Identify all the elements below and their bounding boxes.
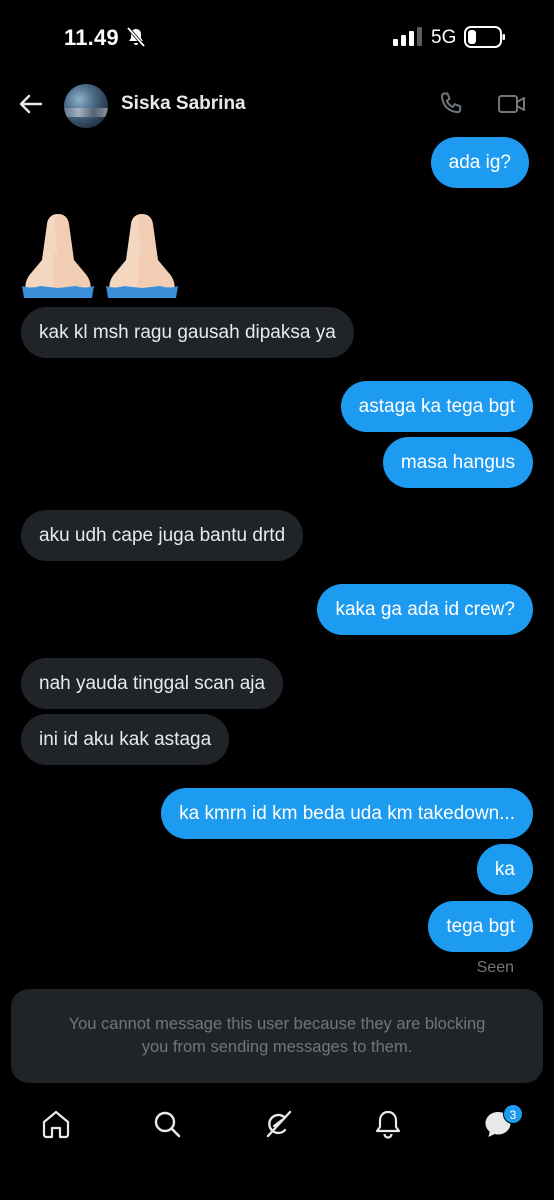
notifications-icon[interactable] — [372, 1108, 404, 1140]
message-sent[interactable]: masa hangus — [382, 437, 533, 488]
status-bar: 11.49 5G — [0, 0, 554, 76]
blocked-notice-line: You cannot message this user because the… — [68, 1015, 486, 1033]
status-time: 11.49 — [64, 25, 119, 50]
message-sent[interactable]: ka — [476, 844, 533, 895]
network-type: 5G — [431, 27, 457, 48]
contact-name[interactable]: Siska Sabrina — [121, 93, 246, 115]
home-icon[interactable] — [40, 1108, 72, 1140]
blocked-notice: You cannot message this user because the… — [11, 989, 543, 1083]
grok-icon[interactable] — [262, 1108, 294, 1140]
bell-muted-icon — [126, 26, 146, 48]
avatar-photo — [64, 108, 108, 117]
message-sent[interactable]: ada ig? — [430, 137, 529, 188]
phone-icon[interactable] — [437, 90, 465, 118]
message-sent[interactable]: astaga ka tega bgt — [340, 381, 533, 432]
message-sent[interactable]: ka kmrn id km beda uda km takedown... — [161, 788, 533, 839]
bottom-navigation — [0, 1096, 554, 1160]
praying-hands-icon[interactable] — [20, 210, 190, 298]
home-indicator — [0, 1180, 554, 1200]
chat-header: Siska Sabrina — [0, 76, 554, 136]
message-sent[interactable]: kaka ga ada id crew? — [317, 584, 533, 635]
message-sent[interactable]: tega bgt — [428, 901, 533, 952]
chat-screen: 11.49 5G Siska Sabrina ada ig? kak kl ms… — [0, 0, 554, 1200]
avatar[interactable] — [64, 84, 108, 128]
cellular-signal-icon — [393, 27, 422, 46]
video-camera-icon[interactable] — [497, 91, 527, 117]
blocked-notice-line: you from sending messages to them. — [141, 1038, 413, 1056]
message-received[interactable]: aku udh cape juga bantu drtd — [21, 510, 304, 561]
battery-icon — [464, 26, 505, 48]
message-received[interactable]: nah yauda tinggal scan aja — [21, 658, 284, 709]
message-received[interactable]: ini id aku kak astaga — [21, 714, 230, 765]
seen-status: Seen — [476, 959, 514, 976]
message-received[interactable]: kak kl msh ragu gausah dipaksa ya — [21, 307, 354, 358]
messages-badge: 3 — [503, 1104, 523, 1124]
back-arrow-icon[interactable] — [17, 90, 45, 118]
search-icon[interactable] — [151, 1108, 183, 1140]
